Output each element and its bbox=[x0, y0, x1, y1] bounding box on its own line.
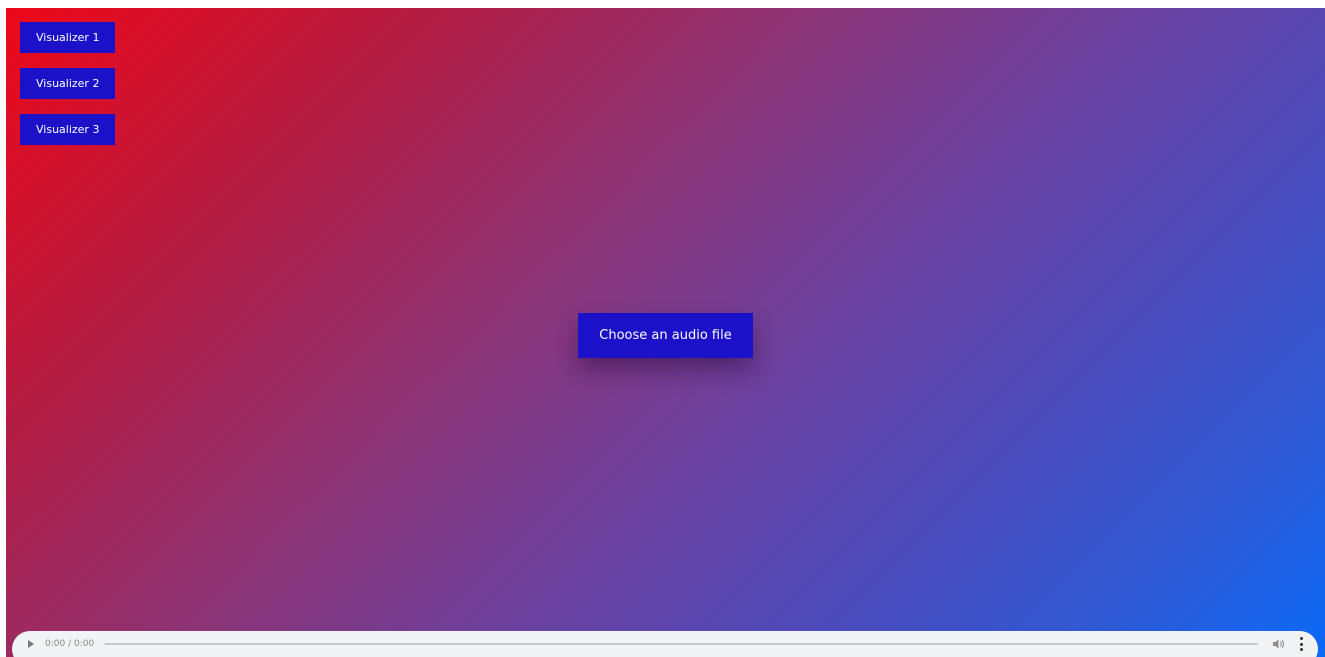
app-window: Visualizer 1 Visualizer 2 Visualizer 3 C… bbox=[0, 0, 1325, 657]
time-display: 0:00 / 0:00 bbox=[45, 639, 95, 649]
choose-audio-file-button[interactable]: Choose an audio file bbox=[578, 313, 753, 358]
visualizer-stage: Visualizer 1 Visualizer 2 Visualizer 3 C… bbox=[6, 8, 1325, 657]
visualizer-3-button[interactable]: Visualizer 3 bbox=[20, 114, 116, 145]
play-icon[interactable] bbox=[28, 640, 34, 648]
more-vert-icon[interactable] bbox=[1298, 637, 1304, 651]
volume-icon[interactable] bbox=[1272, 638, 1286, 650]
audio-controls: 0:00 / 0:00 bbox=[28, 631, 1304, 657]
visualizer-1-button[interactable]: Visualizer 1 bbox=[20, 22, 116, 53]
visualizer-menu: Visualizer 1 Visualizer 2 Visualizer 3 bbox=[20, 22, 116, 145]
audio-player: 0:00 / 0:00 bbox=[12, 631, 1318, 657]
visualizer-2-button[interactable]: Visualizer 2 bbox=[20, 68, 116, 99]
progress-bar[interactable] bbox=[104, 643, 1258, 645]
